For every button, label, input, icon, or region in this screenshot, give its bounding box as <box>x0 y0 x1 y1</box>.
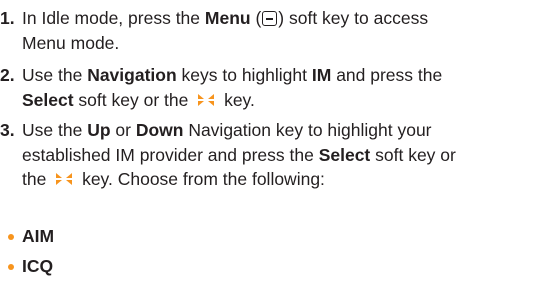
navigation-key-icon <box>198 93 215 106</box>
text-run: key. <box>219 89 255 110</box>
step-line: In Idle mode, press the Menu ( ) soft key… <box>22 6 530 31</box>
step-text: Use the Up or Down Navigation key to hig… <box>22 118 530 192</box>
instruction-document: 1. In Idle mode, press the Menu ( ) soft … <box>0 0 536 298</box>
step-number: 3. <box>0 120 15 140</box>
bold-term: Up <box>87 120 111 140</box>
text-run: and press the <box>331 65 443 85</box>
text-run: established IM provider and press the <box>22 144 319 165</box>
text-run: ) soft key to access <box>278 8 429 28</box>
menu-softkey-icon <box>262 11 278 26</box>
text-run: soft key or the <box>73 89 194 110</box>
text-run: In Idle mode, press the <box>22 8 205 28</box>
text-run: or <box>110 120 136 140</box>
step-line: Menu mode. <box>22 32 120 53</box>
step-line: established IM provider and press the Se… <box>22 143 530 168</box>
bold-term: Menu <box>204 8 251 28</box>
step-line: Use the Navigation keys to highlight IM … <box>22 63 530 88</box>
option-label: ICQ <box>22 256 54 276</box>
bullet-dot-icon <box>8 234 14 240</box>
step-line: Use the Up or Down Navigation key to hig… <box>22 118 530 143</box>
text-run: Use the <box>22 65 88 85</box>
text-run: key. Choose from the following: <box>77 169 325 189</box>
bold-term: Down <box>135 120 184 140</box>
bold-term: Select <box>22 89 74 110</box>
step-number: 2. <box>0 65 15 85</box>
text-run: ( <box>250 8 262 28</box>
bullet-dot-icon <box>8 264 14 270</box>
step-text: Use the Navigation keys to highlight IM … <box>22 63 530 112</box>
navigation-key-icon <box>56 173 73 185</box>
step-number: 1. <box>0 8 15 28</box>
bold-term: Select <box>318 144 371 165</box>
bold-term: IM <box>311 65 332 85</box>
option-label: AIM <box>22 226 55 246</box>
text-run: the <box>22 169 52 189</box>
text-run: keys to highlight <box>176 65 312 85</box>
text-run: Use the <box>22 120 88 140</box>
bold-term: Navigation <box>87 65 177 85</box>
text-run: soft key or <box>370 144 456 165</box>
step-text: In Idle mode, press the Menu ( ) soft key… <box>22 6 530 55</box>
step-line: Select soft key or the key. <box>22 88 530 113</box>
step-line: the key. Choose from the following: <box>22 167 530 192</box>
text-run: Navigation key to highlight your <box>183 120 432 140</box>
